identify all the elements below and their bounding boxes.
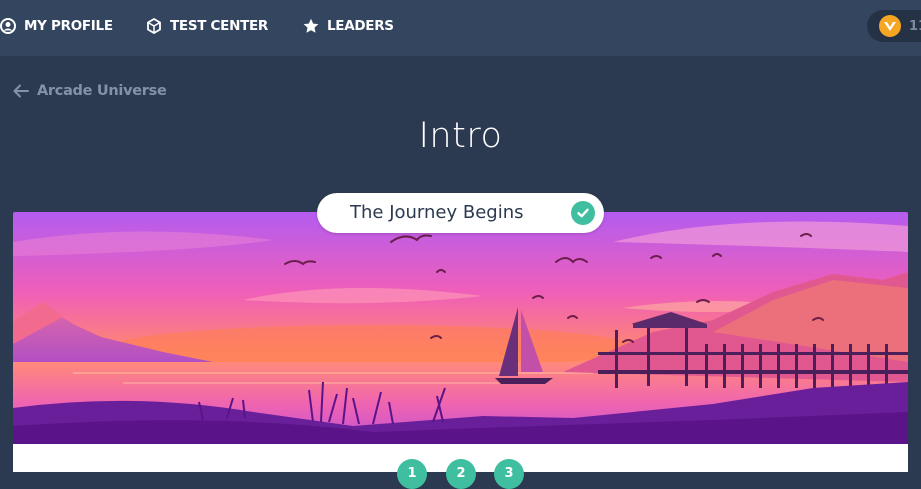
- cube-icon: [146, 18, 162, 34]
- nav-test-center-label: TEST CENTER: [170, 18, 269, 34]
- nav-my-profile[interactable]: MY PROFILE: [0, 0, 113, 52]
- nav-test-center[interactable]: TEST CENTER: [146, 0, 268, 52]
- step-3-button[interactable]: 3: [494, 459, 524, 489]
- check-icon: [571, 201, 595, 225]
- step-1-button[interactable]: 1: [397, 459, 427, 489]
- level-banner-image[interactable]: [13, 212, 908, 444]
- arrow-left-icon: [12, 82, 30, 100]
- level-title: The Journey Begins: [350, 202, 524, 223]
- nav-leaders-label: LEADERS: [327, 18, 394, 34]
- user-circle-icon: [0, 18, 16, 34]
- step-2-button[interactable]: 2: [446, 459, 476, 489]
- coin-balance[interactable]: 11: [867, 10, 921, 42]
- coin-count: 11: [909, 18, 921, 34]
- coin-icon: [879, 15, 901, 37]
- nav-my-profile-label: MY PROFILE: [24, 18, 113, 34]
- level-title-pill[interactable]: The Journey Begins: [317, 193, 604, 233]
- back-link[interactable]: Arcade Universe: [12, 80, 167, 102]
- nav-leaders[interactable]: LEADERS: [303, 0, 394, 52]
- top-nav: MY PROFILE TEST CENTER LEADERS 11: [0, 0, 921, 56]
- back-link-label: Arcade Universe: [37, 83, 167, 99]
- page-title: Intro: [418, 116, 503, 156]
- star-icon: [303, 18, 319, 34]
